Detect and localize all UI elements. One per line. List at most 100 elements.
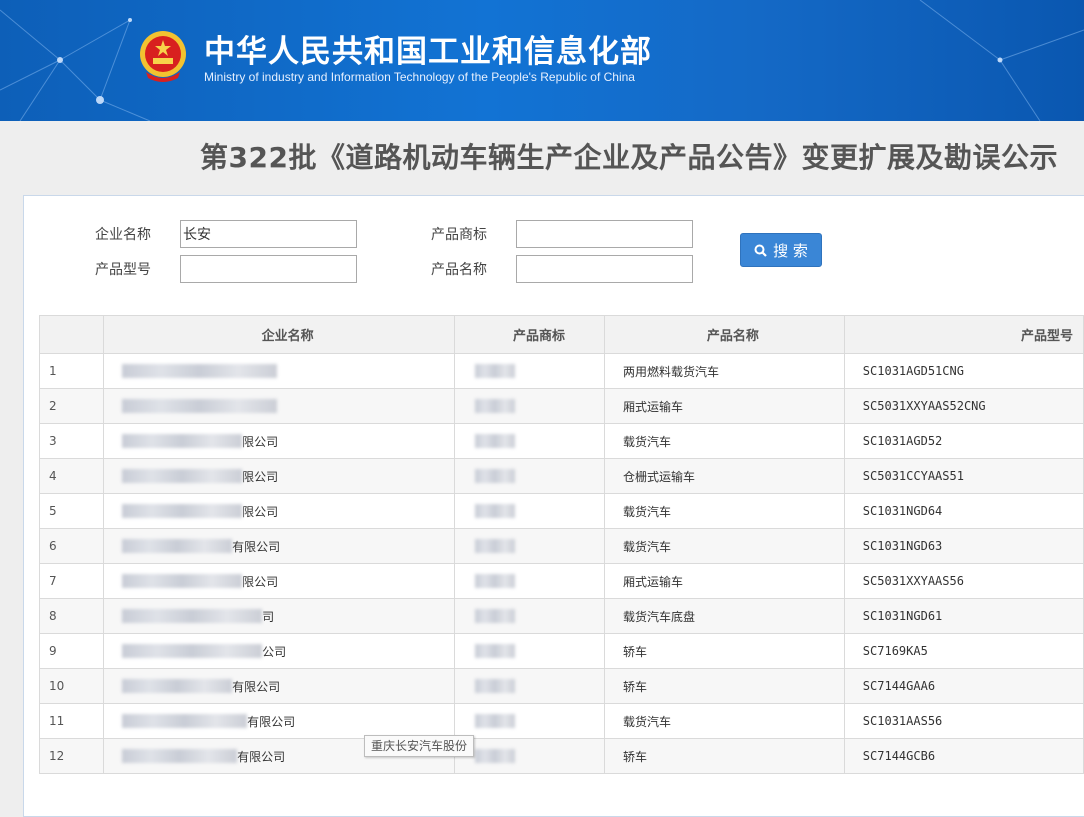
row-number: 6 [38,528,105,564]
redacted-text [122,364,278,379]
model-cell: SC1031NGD61 [843,598,1084,634]
header-product[interactable]: 产品名称 [603,315,845,354]
brand-cell [454,388,605,424]
redacted-text [122,434,243,448]
redacted-text [475,749,516,764]
table-row[interactable]: 12 有限公司 轿车 SC7144GCB6 [38,738,1084,774]
national-emblem-icon [140,31,186,82]
table-row[interactable]: 1 两用燃料载货汽车 SC1031AGD51CNG [38,353,1084,389]
row-number: 10 [38,668,105,704]
company-cell: 限公司 [103,458,456,494]
table-header-row: 企业名称 产品商标 产品名称 产品型号 [38,315,1084,354]
company-label: 企业名称 [95,227,151,243]
model-label: 产品型号 [95,262,151,278]
company-cell [103,353,456,389]
table-row[interactable]: 11 有限公司 载货汽车 SC1031AAS56 [38,703,1084,739]
redacted-text [122,399,278,414]
company-name-tail: 公司 [262,644,287,659]
redacted-text [122,539,233,553]
brand-cell [454,598,605,634]
model-cell: SC7144GAA6 [843,668,1084,704]
company-tooltip: 重庆长安汽车股份 [364,735,475,757]
redacted-text [475,469,516,484]
model-cell: SC7144GCB6 [843,738,1084,774]
table-row[interactable]: 7 限公司 厢式运输车 SC5031XXYAAS56 [38,563,1084,599]
company-name-tail: 限公司 [242,504,279,519]
redacted-text [122,609,263,623]
company-name-tail: 有限公司 [232,679,281,694]
redacted-text [122,749,238,763]
redacted-text [475,574,516,589]
brand-label: 产品商标 [431,227,487,243]
row-number: 3 [38,423,105,459]
product-cell: 载货汽车 [603,423,845,459]
table-row[interactable]: 10 有限公司 轿车 SC7144GAA6 [38,668,1084,704]
brand-cell [454,668,605,704]
product-cell: 载货汽车 [603,703,845,739]
redacted-text [122,469,243,483]
company-cell: 限公司 [103,423,456,459]
page-title: 第322批《道路机动车辆生产企业及产品公告》变更扩展及勘误公示 [200,141,1058,174]
redacted-text [475,644,516,659]
company-cell [103,388,456,424]
product-input[interactable] [516,255,693,283]
company-name-tail: 司 [262,609,275,624]
company-input[interactable] [180,220,357,248]
row-number: 2 [38,388,105,424]
results-table: 企业名称 产品商标 产品名称 产品型号 1 两用燃料载货汽车 SC1031AGD51… [38,315,1084,774]
header-company[interactable]: 企业名称 [103,315,456,354]
table-row[interactable]: 2 厢式运输车 SC5031XXYAAS52CNG [38,388,1084,424]
brand-cell [454,493,605,529]
table-row[interactable]: 8 司 载货汽车底盘 SC1031NGD61 [38,598,1084,634]
model-cell: SC5031XXYAAS52CNG [843,388,1084,424]
company-cell: 限公司 [103,563,456,599]
company-cell: 有限公司 [103,703,456,739]
company-cell: 有限公司 [103,668,456,704]
header-brand[interactable]: 产品商标 [454,315,605,354]
header-no [38,315,105,354]
org-name-cn: 中华人民共和国工业和信息化部 [204,34,652,70]
table-row[interactable]: 6 有限公司 载货汽车 SC1031NGD63 [38,528,1084,564]
brand-cell [454,528,605,564]
model-cell: SC5031CCYAAS51 [843,458,1084,494]
table-row[interactable]: 4 限公司 仓栅式运输车 SC5031CCYAAS51 [38,458,1084,494]
company-name-tail: 限公司 [242,434,279,449]
brand-cell [454,633,605,669]
product-cell: 厢式运输车 [603,563,845,599]
company-name-tail: 有限公司 [232,539,281,554]
row-number: 1 [38,353,105,389]
company-name-tail: 限公司 [242,574,279,589]
brand-cell [454,703,605,739]
search-button-label: 搜 索 [773,241,808,260]
company-name-tail: 有限公司 [247,714,296,729]
redacted-text [122,644,263,658]
redacted-text [122,679,233,693]
redacted-text [475,609,516,624]
redacted-text [122,714,248,728]
row-number: 9 [38,633,105,669]
product-cell: 轿车 [603,633,845,669]
row-number: 11 [38,703,105,739]
header-model[interactable]: 产品型号 [843,315,1084,354]
row-number: 8 [38,598,105,634]
table-row[interactable]: 9 公司 轿车 SC7169KA5 [38,633,1084,669]
product-label: 产品名称 [431,262,487,278]
redacted-text [475,504,516,519]
company-cell: 司 [103,598,456,634]
product-cell: 载货汽车 [603,493,845,529]
search-button[interactable]: 搜 索 [740,233,822,267]
product-cell: 两用燃料载货汽车 [603,353,845,389]
model-cell: SC1031NGD64 [843,493,1084,529]
company-name-tail: 有限公司 [237,749,286,764]
model-input[interactable] [180,255,357,283]
redacted-text [475,714,516,729]
redacted-text [475,364,516,379]
row-number: 4 [38,458,105,494]
brand-cell [454,563,605,599]
brand-input[interactable] [516,220,693,248]
table-row[interactable]: 3 限公司 载货汽车 SC1031AGD52 [38,423,1084,459]
brand-cell [454,423,605,459]
table-row[interactable]: 5 限公司 载货汽车 SC1031NGD64 [38,493,1084,529]
model-cell: SC1031AGD52 [843,423,1084,459]
company-cell: 有限公司 [103,528,456,564]
